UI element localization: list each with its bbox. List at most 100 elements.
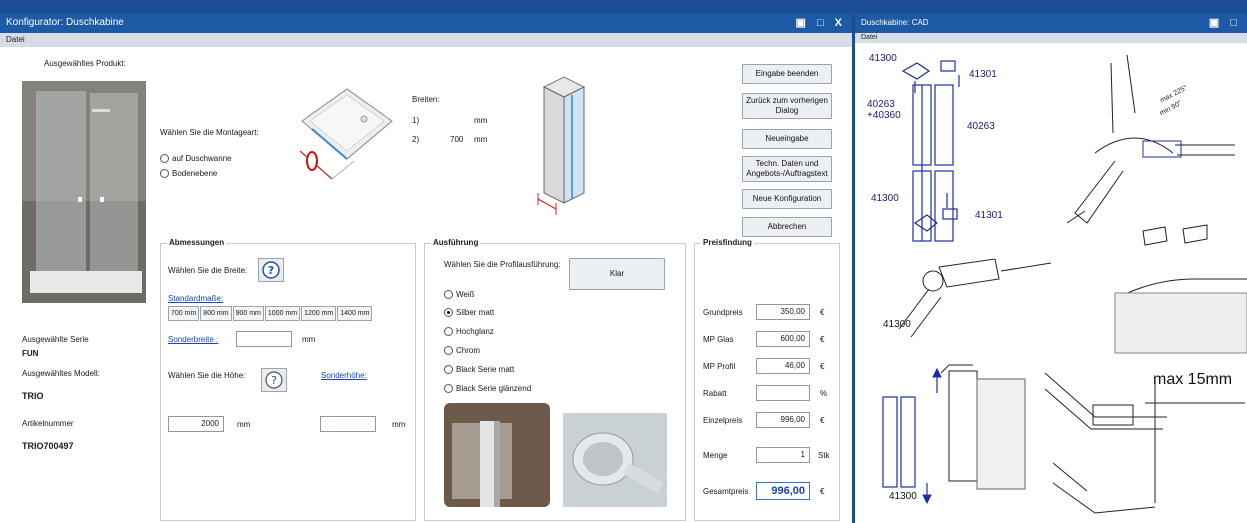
- clip-detail: [1114, 224, 1247, 354]
- profile-prompt: Wählen Sie die Profilausführung:: [444, 260, 561, 269]
- cad-drawing: [882, 54, 1247, 514]
- price-unit-base: €: [820, 308, 825, 317]
- profile-option[interactable]: Chrom: [444, 346, 480, 355]
- cad-label-41300-top: 41300: [869, 53, 897, 64]
- size-700-button[interactable]: 700 mm: [168, 306, 200, 321]
- pricing-group: Preisfindung: [694, 238, 840, 521]
- size-1200-button[interactable]: 1200 mm: [301, 306, 337, 321]
- glass-clear-button[interactable]: Klar: [569, 258, 665, 290]
- new-input-button[interactable]: Neueingabe: [742, 129, 832, 149]
- cad-window: Duschkabine: CAD ▣ □ Datei 41300 41301 4…: [855, 13, 1247, 523]
- help-icon: ?: [265, 371, 283, 389]
- profile-option-label: Hochglanz: [456, 327, 494, 336]
- size-800-button[interactable]: 800 mm: [200, 306, 232, 321]
- model-label: Ausgewähltes Modell:: [22, 369, 100, 378]
- profile-assembly: [901, 60, 960, 242]
- cabin-diagram: [537, 76, 586, 215]
- price-label-profile: MP Profil: [703, 362, 736, 371]
- special-width-link[interactable]: Sonderbreite :: [168, 335, 218, 344]
- back-button[interactable]: Zurück zum vorherigen Dialog: [742, 93, 832, 119]
- configurator-window: Konfigurator: Duschkabine ▣ □ X Datei Au…: [0, 13, 852, 523]
- price-field-glass[interactable]: 600,00: [756, 331, 810, 347]
- price-field-discount[interactable]: [756, 385, 810, 401]
- radio-dot: [444, 346, 453, 355]
- window-controls[interactable]: ▣ □ X: [796, 13, 847, 33]
- price-label-discount: Rabatt: [703, 389, 727, 398]
- profile-option[interactable]: Black Serie matt: [444, 365, 514, 374]
- profile-option[interactable]: Silber matt: [444, 308, 494, 317]
- bottom-profile: [882, 373, 938, 503]
- profile-option-label: Black Serie matt: [456, 365, 515, 374]
- cad-label-41300-bottom: 41300: [889, 491, 917, 502]
- article-label: Artikelnummer: [22, 419, 74, 428]
- cad-max-15mm: max 15mm: [1153, 371, 1233, 388]
- price-label-total: Gesamtpreis: [703, 487, 749, 496]
- cad-titlebar: Duschkabine: CAD ▣ □: [855, 13, 1247, 33]
- menubar: Datei: [0, 33, 852, 47]
- arrows: [922, 367, 942, 505]
- size-900-button[interactable]: 900 mm: [232, 306, 264, 321]
- size-1400-button[interactable]: 1400 mm: [337, 306, 373, 321]
- finish-group-title: Ausführung: [431, 238, 481, 247]
- profile-photo: [444, 403, 550, 507]
- special-width-field[interactable]: [236, 331, 292, 347]
- special-height-link[interactable]: Sonderhöhe:: [321, 371, 367, 380]
- standard-sizes-link[interactable]: Standardmaße:: [168, 294, 223, 303]
- clearance-detail: [1044, 372, 1245, 514]
- price-unit-qty: Stk: [818, 451, 830, 460]
- price-label-unit: Einzelpreis: [703, 416, 743, 425]
- window-title: Konfigurator: Duschkabine: [6, 17, 124, 28]
- configurator-titlebar: Konfigurator: Duschkabine ▣ □ X: [0, 13, 852, 33]
- cad-window-controls[interactable]: ▣ □: [1209, 13, 1241, 33]
- profile-option-label: Silber matt: [456, 308, 495, 317]
- finish-input-button[interactable]: Eingabe beenden: [742, 64, 832, 84]
- dimensions-group: Abmessungen: [160, 238, 416, 521]
- help-icon: ?: [262, 261, 280, 279]
- mount-option-label: auf Duschwanne: [172, 154, 232, 163]
- width-prompt: Wählen Sie die Breite:: [168, 266, 248, 275]
- dimensions-title: Abmessungen: [167, 238, 227, 247]
- width-help-button[interactable]: ?: [258, 258, 284, 282]
- size-button-row: 700 mm 800 mm 900 mm 1000 mm 1200 mm 1400 mm: [168, 306, 373, 321]
- profile-option[interactable]: Black Serie glänzend: [444, 384, 531, 393]
- special-height-unit: mm: [392, 420, 406, 429]
- tech-data-button[interactable]: Techn. Daten und Angebots-/Auftragstext: [742, 156, 832, 182]
- article-value: TRIO700497: [22, 441, 74, 451]
- radio-dot: [444, 365, 453, 374]
- special-height-field[interactable]: [320, 416, 376, 432]
- special-width-unit: mm: [302, 335, 316, 344]
- cad-label-41301-mid: 41301: [975, 210, 1003, 221]
- series-value: FUN: [22, 349, 39, 358]
- profile-option-label: Chrom: [456, 346, 481, 355]
- price-field-total: 996,00: [756, 482, 810, 500]
- tray-diagram: [299, 88, 393, 180]
- product-photo: [22, 81, 146, 303]
- price-label-glass: MP Glas: [703, 335, 734, 344]
- price-unit-unit: €: [820, 416, 825, 425]
- profile-option[interactable]: Hochglanz: [444, 327, 494, 336]
- mount-option-shower-tray[interactable]: auf Duschwanne: [160, 154, 232, 163]
- radio-dot: [444, 290, 453, 299]
- new-config-button[interactable]: Neue Konfiguration: [742, 189, 832, 209]
- cad-menu-datei[interactable]: Datei: [861, 34, 877, 41]
- mount-option-floor-level[interactable]: Bodenebene: [160, 169, 217, 178]
- cancel-button[interactable]: Abbrechen: [742, 217, 832, 237]
- profile-option[interactable]: Weiß: [444, 290, 475, 299]
- shower-head-photo: [563, 413, 667, 507]
- svg-text:?: ?: [268, 264, 274, 277]
- cad-menubar: Datei: [855, 33, 1247, 43]
- menu-datei[interactable]: Datei: [6, 35, 25, 44]
- price-field-qty[interactable]: 1: [756, 447, 810, 463]
- price-field-profile[interactable]: 46,00: [756, 358, 810, 374]
- price-field-base[interactable]: 350,00: [756, 304, 810, 320]
- radio-dot: [444, 327, 453, 336]
- width-row2-unit: mm: [474, 135, 488, 144]
- profile-option-label: Black Serie glänzend: [456, 384, 532, 393]
- size-1000-button[interactable]: 1000 mm: [264, 306, 301, 321]
- bottom-wall-section: [940, 364, 1026, 490]
- price-field-unit[interactable]: 996,00: [756, 412, 810, 428]
- cad-label-41300-lower: 41300: [883, 319, 911, 330]
- height-field[interactable]: 2000: [168, 416, 224, 432]
- width-row2-value: 700: [450, 135, 464, 144]
- height-help-button[interactable]: ?: [261, 368, 287, 392]
